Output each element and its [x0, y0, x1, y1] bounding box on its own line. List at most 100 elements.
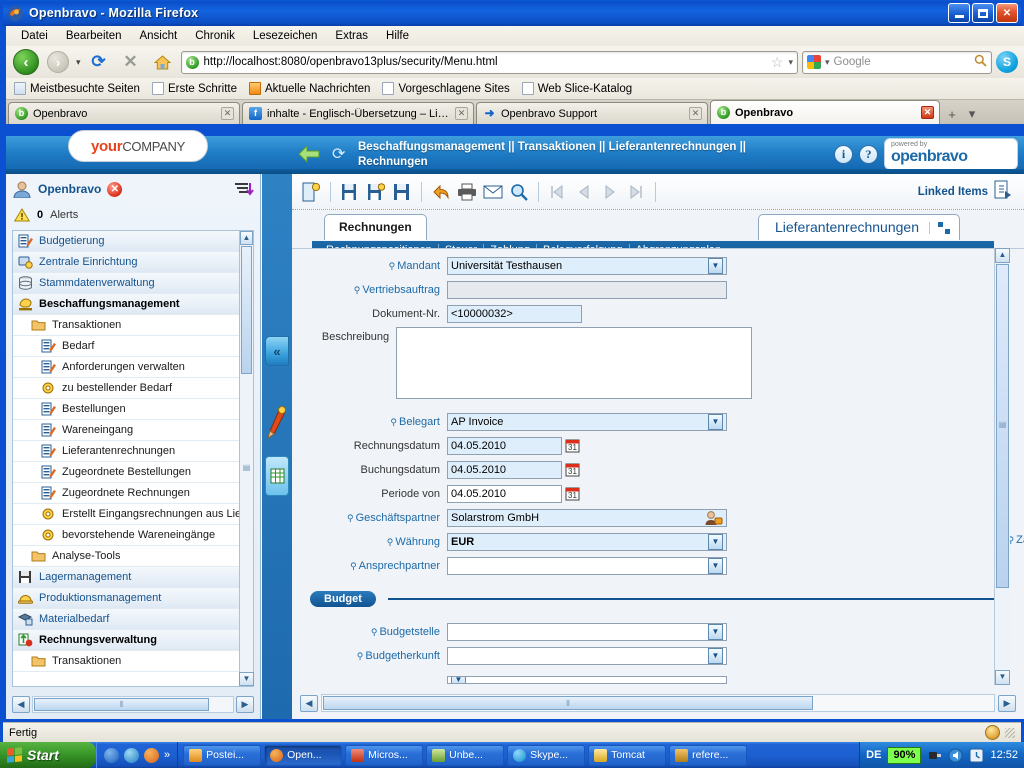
chevron-down-icon[interactable]: ▼	[708, 558, 723, 574]
outlook-quicklaunch-icon[interactable]	[104, 747, 119, 763]
hscroll-track[interactable]: ⦀	[32, 695, 234, 713]
sidebar-item-analyse-tools[interactable]: Analyse-Tools	[13, 546, 253, 567]
chevron-down-icon[interactable]: ▾	[825, 57, 830, 68]
sidebar-item-lagermanagement[interactable]: Lagermanagement	[13, 567, 253, 588]
task-micros[interactable]: Micros...	[345, 744, 424, 766]
undo-button[interactable]	[430, 180, 452, 204]
geschaeftspartner-lookup[interactable]: Solarstrom GmbH	[447, 509, 727, 527]
quicklaunch-more-button[interactable]: »	[164, 749, 170, 761]
reload-button[interactable]: ⟳	[85, 49, 113, 75]
resize-grip[interactable]	[1005, 727, 1015, 738]
sidebar-item-materialbedarf[interactable]: Materialbedarf	[13, 609, 253, 630]
ansprechpartner-select[interactable]: ▼	[447, 557, 727, 575]
form-horizontal-scrollbar[interactable]: ◀ ⦀ ▶	[292, 693, 1024, 713]
chevron-down-icon[interactable]: ▾	[788, 57, 793, 68]
hscroll-thumb[interactable]: ⦀	[323, 696, 813, 710]
stop-button[interactable]: ✕	[117, 49, 145, 75]
search-button[interactable]	[508, 180, 530, 204]
close-button[interactable]: ✕	[996, 3, 1018, 23]
minimize-button[interactable]	[948, 3, 970, 23]
home-button[interactable]	[149, 49, 177, 75]
start-button[interactable]: Start	[0, 742, 96, 768]
calendar-icon[interactable]: 31	[565, 462, 582, 478]
bookmark-web-slice-katalog[interactable]: Web Slice-Katalog	[521, 82, 632, 95]
scroll-down-button[interactable]: ▼	[995, 670, 1010, 685]
sidebar-item-transaktionen-2[interactable]: Transaktionen	[13, 651, 253, 672]
hscroll-right-button[interactable]: ▶	[236, 695, 254, 713]
grid-icon[interactable]	[265, 456, 289, 496]
close-icon[interactable]: ✕	[921, 106, 934, 119]
collapse-sidebar-button[interactable]: «	[265, 336, 289, 366]
task-open[interactable]: Open...	[264, 744, 343, 766]
pencil-icon[interactable]	[266, 406, 288, 440]
chevron-down-icon[interactable]: ▼	[708, 624, 723, 640]
clock[interactable]: 12:52	[990, 749, 1018, 761]
calendar-icon[interactable]: 31	[565, 438, 582, 454]
menu-extras[interactable]: Extras	[326, 28, 377, 44]
sidebar-item-stammdatenverwaltung[interactable]: Stammdatenverwaltung	[13, 273, 253, 294]
belegart-select[interactable]: AP Invoice ▼	[447, 413, 727, 431]
task-skype[interactable]: Skype...	[507, 744, 586, 766]
sidebar-item-zu-bestellender-bedarf[interactable]: zu bestellender Bedarf	[13, 378, 253, 399]
periode-von-input[interactable]: 04.05.2010	[447, 485, 562, 503]
sidebar-item-bevorstehende-wareneingaenge[interactable]: bevorstehende Wareneingänge	[13, 525, 253, 546]
waehrung-select[interactable]: EUR ▼	[447, 533, 727, 551]
volume-icon[interactable]	[948, 748, 963, 763]
chevron-down-icon[interactable]: ▼	[708, 258, 723, 274]
grid-view-icon[interactable]	[929, 221, 950, 234]
rechnungsdatum-input[interactable]: 04.05.2010	[447, 437, 562, 455]
hscroll-left-button[interactable]: ◀	[12, 695, 30, 713]
dokument-nr-input[interactable]: <10000032>	[447, 305, 582, 323]
menu-ansicht[interactable]: Ansicht	[130, 28, 186, 44]
language-indicator[interactable]: DE	[866, 749, 881, 761]
sidebar-item-budgetierung[interactable]: Budgetierung	[13, 231, 253, 252]
url-bar[interactable]: b http://localhost:8080/openbravo13plus/…	[180, 50, 798, 74]
save-copy-button[interactable]	[365, 180, 387, 204]
new-record-button[interactable]	[300, 180, 322, 204]
budgetstelle-select[interactable]: ▼	[447, 623, 727, 641]
sidebar-item-zugeordnete-bestellungen[interactable]: Zugeordnete Bestellungen	[13, 462, 253, 483]
calendar-icon[interactable]: 31	[565, 486, 582, 502]
skype-toolbar-icon[interactable]: S	[996, 51, 1018, 73]
sidebar-item-erstellt-eingangsrechnungen[interactable]: Erstellt Eingangsrechnungen aus Liefe	[13, 504, 253, 525]
clock-tray-icon[interactable]	[969, 748, 984, 763]
browser-tab-openbravo-active[interactable]: b Openbravo ✕	[710, 100, 940, 124]
battery-indicator[interactable]: 90%	[887, 746, 922, 764]
menu-hilfe[interactable]: Hilfe	[377, 28, 418, 44]
sidebar-horizontal-scrollbar[interactable]: ◀ ⦀ ▶	[12, 695, 254, 713]
close-icon[interactable]: ✕	[221, 107, 234, 120]
menu-datei[interactable]: Datei	[12, 28, 57, 44]
save-new-button[interactable]	[339, 180, 361, 204]
sidebar-item-transaktionen[interactable]: Transaktionen	[13, 315, 253, 336]
mandant-select[interactable]: Universität Testhausen ▼	[447, 257, 727, 275]
refresh-icon[interactable]: ⟳	[332, 144, 345, 164]
firefox-quicklaunch-icon[interactable]	[144, 747, 159, 763]
close-icon[interactable]: ✕	[689, 107, 702, 120]
sidebar-item-zentrale-einrichtung[interactable]: Zentrale Einrichtung	[13, 252, 253, 273]
search-icon[interactable]	[974, 54, 987, 70]
beschreibung-textarea[interactable]	[396, 327, 752, 399]
scrollbar-thumb[interactable]	[241, 246, 252, 374]
tab-list-button[interactable]: ▾	[962, 104, 982, 124]
info-icon[interactable]: i	[834, 145, 853, 164]
search-bar[interactable]: ▾ Google	[802, 50, 992, 74]
sidebar-item-zugeordnete-rechnungen[interactable]: Zugeordnete Rechnungen	[13, 483, 253, 504]
smiley-icon[interactable]	[985, 725, 1000, 740]
tab-lieferantenrechnungen[interactable]: Lieferantenrechnungen	[757, 214, 960, 240]
browser-tab-lingo[interactable]: f inhalte - Englisch-Übersetzung – Ling.…	[242, 102, 474, 124]
power-plug-icon[interactable]	[927, 748, 942, 763]
sidebar-item-rechnungsverwaltung[interactable]: Rechnungsverwaltung	[13, 630, 253, 651]
business-partner-icon[interactable]	[704, 510, 723, 526]
tab-rechnungen[interactable]: Rechnungen	[324, 214, 427, 240]
print-button[interactable]	[456, 180, 478, 204]
chevron-down-icon[interactable]: ▾	[76, 57, 81, 68]
hscroll-track[interactable]: ⦀	[321, 694, 995, 712]
budgetherkunft-select[interactable]: ▼	[447, 647, 727, 665]
form-vertical-scrollbar[interactable]: ▲ ▤ ▼	[994, 248, 1010, 685]
menu-lesezeichen[interactable]: Lesezeichen	[244, 28, 327, 44]
menu-chronik[interactable]: Chronik	[186, 28, 244, 44]
back-button[interactable]: ‹	[12, 49, 40, 75]
task-refere[interactable]: refere...	[669, 744, 748, 766]
scroll-up-button[interactable]: ▲	[995, 248, 1010, 263]
budget-extra-select[interactable]: ▼	[447, 676, 727, 684]
